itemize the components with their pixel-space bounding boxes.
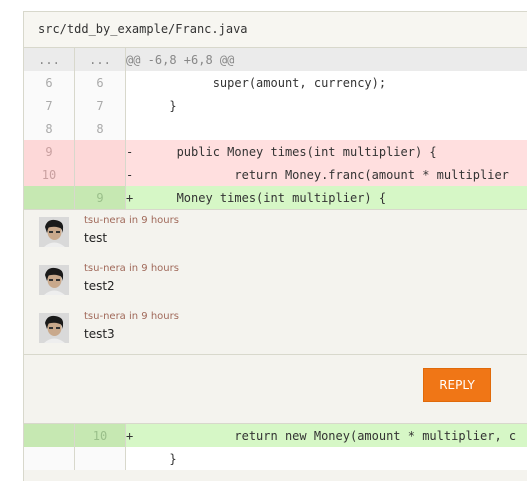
reply-button[interactable]: REPLY — [423, 368, 491, 402]
comment-meta[interactable]: tsu-nera in 9 hours — [84, 311, 179, 322]
code-line: - return Money.franc(amount * multiplier — [126, 163, 527, 186]
new-line-number: ... — [75, 48, 126, 71]
old-line-number: 10 — [24, 163, 75, 186]
avatar[interactable] — [39, 217, 69, 247]
new-line-number — [75, 140, 126, 163]
new-line-number — [75, 447, 126, 470]
comment-text: test2 — [84, 279, 115, 293]
old-line-number: 6 — [24, 71, 75, 94]
hunk-header: @@ -6,8 +6,8 @@ — [126, 48, 527, 71]
diff-line[interactable]: 8 8 — [24, 117, 527, 140]
old-line-number: 8 — [24, 117, 75, 140]
diff-line[interactable]: 7 7 } — [24, 94, 527, 117]
deleted-line[interactable]: 9 - public Money times(int multiplier) { — [24, 140, 527, 163]
code-line: - public Money times(int multiplier) { — [126, 140, 527, 163]
new-line-number: 9 — [75, 186, 126, 209]
code-line: } — [126, 447, 527, 470]
code-line: + return new Money(amount * multiplier, … — [126, 424, 527, 448]
new-line-number: 6 — [75, 71, 126, 94]
old-line-number — [24, 424, 75, 448]
old-line-number: ... — [24, 48, 75, 71]
diff-line[interactable]: } — [24, 447, 527, 470]
new-line-number: 10 — [75, 424, 126, 448]
code-line: } — [126, 94, 527, 117]
deleted-line[interactable]: 10 - return Money.franc(amount * multipl… — [24, 163, 527, 186]
avatar[interactable] — [39, 265, 69, 295]
new-line-number — [75, 163, 126, 186]
code-line: super(amount, currency); — [126, 71, 527, 94]
comment-meta[interactable]: tsu-nera in 9 hours — [84, 215, 179, 226]
new-line-number: 8 — [75, 117, 126, 140]
comment: tsu-nera in 9 hours test2 — [24, 258, 527, 306]
diff-table: ... ... @@ -6,8 +6,8 @@ 6 6 super(amount… — [24, 48, 527, 209]
reply-area: REPLY — [24, 354, 527, 423]
added-line[interactable]: 9 + Money times(int multiplier) { — [24, 186, 527, 209]
new-line-number: 7 — [75, 94, 126, 117]
comment-text: test3 — [84, 327, 115, 341]
old-line-number — [24, 447, 75, 470]
comment-thread: tsu-nera in 9 hours test tsu-nera in 9 h… — [24, 209, 527, 354]
old-line-number: 7 — [24, 94, 75, 117]
comment: tsu-nera in 9 hours test3 — [24, 306, 527, 354]
diff-panel: src/tdd_by_example/Franc.java ... ... @@… — [23, 11, 527, 481]
added-line[interactable]: 10 + return new Money(amount * multiplie… — [24, 424, 527, 448]
file-path: src/tdd_by_example/Franc.java — [24, 11, 527, 48]
comment: tsu-nera in 9 hours test — [24, 210, 527, 258]
old-line-number: 9 — [24, 140, 75, 163]
diff-line[interactable]: 6 6 super(amount, currency); — [24, 71, 527, 94]
code-line: + Money times(int multiplier) { — [126, 186, 527, 209]
code-line — [126, 117, 527, 140]
avatar[interactable] — [39, 313, 69, 343]
old-line-number — [24, 186, 75, 209]
comment-meta[interactable]: tsu-nera in 9 hours — [84, 263, 179, 274]
comment-text: test — [84, 231, 107, 245]
hunk-header-row: ... ... @@ -6,8 +6,8 @@ — [24, 48, 527, 71]
